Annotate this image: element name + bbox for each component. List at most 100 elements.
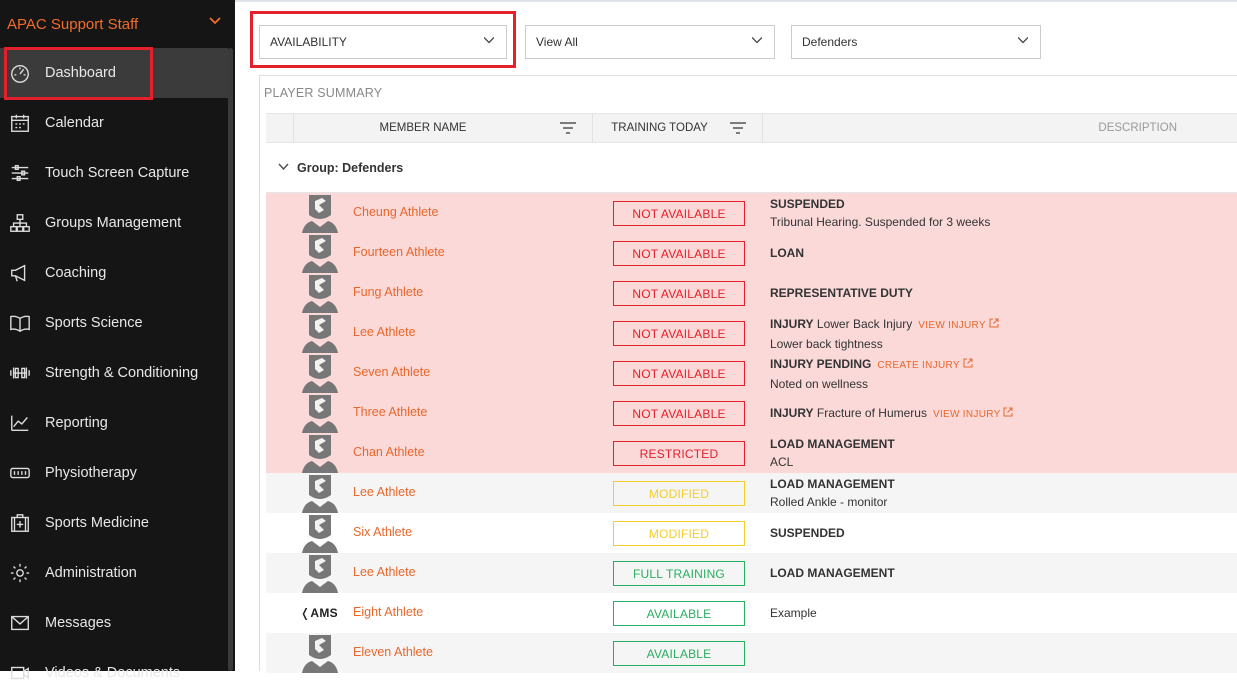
column-description-label: DESCRIPTION bbox=[1098, 122, 1177, 134]
book-icon bbox=[8, 311, 32, 335]
sidebar-item-sports-science[interactable]: Sports Science bbox=[0, 298, 228, 348]
description-text: Example bbox=[770, 606, 817, 620]
chevron-down-icon bbox=[484, 37, 494, 44]
org-selector[interactable]: APAC Support Staff bbox=[0, 0, 235, 48]
sidebar-item-label: Messages bbox=[45, 615, 112, 631]
training-status-badge: NOT AVAILABLE bbox=[613, 241, 745, 266]
avatar bbox=[302, 513, 338, 553]
group-row-defenders[interactable]: Group: Defenders bbox=[266, 143, 1237, 193]
training-status-badge: FULL TRAINING bbox=[613, 561, 745, 586]
description-title: LOAD MANAGEMENT bbox=[770, 477, 895, 491]
sidebar-item-calendar[interactable]: Calendar bbox=[0, 98, 228, 148]
dashboard-icon bbox=[8, 61, 32, 85]
description-title: LOAD MANAGEMENT bbox=[770, 566, 895, 580]
chevron-down-icon[interactable] bbox=[278, 162, 289, 174]
column-description[interactable]: DESCRIPTION bbox=[763, 114, 1237, 142]
ams-logo: ❬AMS bbox=[300, 606, 338, 620]
description: INJURY Lower Back Injury VIEW INJURY Lowe… bbox=[770, 315, 999, 353]
sidebar-item-dashboard[interactable]: Dashboard bbox=[0, 48, 228, 98]
member-name-link[interactable]: Three Athlete bbox=[353, 405, 427, 419]
training-status-badge: AVAILABLE bbox=[613, 601, 745, 626]
member-name-link[interactable]: Chan Athlete bbox=[353, 445, 425, 459]
description-title: SUSPENDED bbox=[770, 197, 845, 211]
table-row[interactable]: Chan Athlete RESTRICTED LOAD MANAGEMENT ACL bbox=[266, 433, 1237, 473]
group-select[interactable]: Defenders bbox=[791, 25, 1041, 59]
header-spacer bbox=[266, 114, 294, 142]
member-name-link[interactable]: Fung Athlete bbox=[353, 285, 423, 299]
table-row[interactable]: Fourteen Athlete NOT AVAILABLE LOAN bbox=[266, 233, 1237, 273]
sidebar-item-strength-conditioning[interactable]: Strength & Conditioning bbox=[0, 348, 228, 398]
sidebar-item-physiotherapy[interactable]: Physiotherapy bbox=[0, 448, 228, 498]
top-divider bbox=[235, 0, 1237, 2]
member-name-link[interactable]: Fourteen Athlete bbox=[353, 245, 445, 259]
column-training-today[interactable]: TRAINING TODAY bbox=[593, 114, 763, 142]
table-row[interactable]: Three Athlete NOT AVAILABLE INJURY Fractur… bbox=[266, 393, 1237, 433]
member-name-link[interactable]: Cheung Athlete bbox=[353, 205, 439, 219]
sidebar: APAC Support Staff Dashboard Calendar Touc… bbox=[0, 0, 235, 681]
sidebar-item-reporting[interactable]: Reporting bbox=[0, 398, 228, 448]
sidebar-item-videos-documents[interactable]: Videos & Documents bbox=[0, 648, 228, 698]
sidebar-item-sports-medicine[interactable]: Sports Medicine bbox=[0, 498, 228, 548]
training-status-badge: RESTRICTED bbox=[613, 441, 745, 466]
sidebar-scrollbar[interactable] bbox=[228, 48, 233, 671]
sidebar-item-administration[interactable]: Administration bbox=[0, 548, 228, 598]
description-detail: Lower Back Injury bbox=[816, 317, 913, 331]
description: SUSPENDED bbox=[770, 524, 845, 542]
training-status-badge: NOT AVAILABLE bbox=[613, 321, 745, 346]
table-row[interactable]: Lee Athlete MODIFIED LOAD MANAGEMENT Rolled… bbox=[266, 473, 1237, 513]
table-row[interactable]: Cheung Athlete NOT AVAILABLE SUSPENDED Trib… bbox=[266, 193, 1237, 233]
category-select[interactable]: AVAILABILITY bbox=[259, 25, 507, 59]
description: LOAD MANAGEMENT ACL bbox=[770, 435, 895, 471]
avatar bbox=[302, 473, 338, 513]
sidebar-item-label: Sports Medicine bbox=[45, 515, 149, 531]
training-status-badge: MODIFIED bbox=[613, 521, 745, 546]
view-select[interactable]: View All bbox=[525, 25, 775, 59]
chevron-down-icon bbox=[209, 16, 221, 28]
member-name-link[interactable]: Eight Athlete bbox=[353, 605, 423, 619]
sidebar-item-touch-screen-capture[interactable]: Touch Screen Capture bbox=[0, 148, 228, 198]
external-link-icon bbox=[963, 358, 973, 368]
sidebar-item-groups-management[interactable]: Groups Management bbox=[0, 198, 228, 248]
member-name-link[interactable]: Eleven Athlete bbox=[353, 645, 433, 659]
sidebar-item-messages[interactable]: Messages bbox=[0, 598, 228, 648]
avatar bbox=[302, 313, 338, 353]
injury-link[interactable]: VIEW INJURY bbox=[918, 318, 999, 331]
sidebar-item-label: Calendar bbox=[45, 115, 104, 131]
member-name-link[interactable]: Lee Athlete bbox=[353, 565, 416, 579]
chart-icon bbox=[8, 411, 32, 435]
member-name-link[interactable]: Lee Athlete bbox=[353, 485, 416, 499]
external-link-icon bbox=[989, 318, 999, 328]
chevron-down-icon bbox=[1018, 37, 1028, 44]
table-row[interactable]: Lee Athlete FULL TRAINING LOAD MANAGEMENT bbox=[266, 553, 1237, 593]
table-row[interactable]: Lee Athlete NOT AVAILABLE INJURY Lower Bac… bbox=[266, 313, 1237, 353]
sidebar-item-label: Physiotherapy bbox=[45, 465, 137, 481]
avatar bbox=[302, 553, 338, 593]
mail-icon bbox=[8, 611, 32, 635]
injury-link[interactable]: VIEW INJURY bbox=[933, 407, 1013, 420]
description-title: REPRESENTATIVE DUTY bbox=[770, 286, 913, 300]
description-note: Lower back tightness bbox=[770, 337, 883, 351]
member-name-link[interactable]: Seven Athlete bbox=[353, 365, 430, 379]
injury-link[interactable]: CREATE INJURY bbox=[877, 358, 973, 371]
training-status-badge: MODIFIED bbox=[613, 481, 745, 506]
avatar bbox=[302, 353, 338, 393]
filter-icon[interactable] bbox=[730, 122, 746, 134]
description-note: Noted on wellness bbox=[770, 377, 869, 391]
table-row[interactable]: Six Athlete MODIFIED SUSPENDED bbox=[266, 513, 1237, 553]
table-row[interactable]: Eleven Athlete AVAILABLE bbox=[266, 633, 1237, 673]
member-name-link[interactable]: Lee Athlete bbox=[353, 325, 416, 339]
description-note: Rolled Ankle - monitor bbox=[770, 495, 888, 509]
table-row[interactable]: Seven Athlete NOT AVAILABLE INJURY PENDING… bbox=[266, 353, 1237, 393]
filter-icon[interactable] bbox=[560, 122, 576, 134]
table-row[interactable]: ❬AMS Eight Athlete AVAILABLE Example bbox=[266, 593, 1237, 633]
column-member-name[interactable]: MEMBER NAME bbox=[294, 114, 593, 142]
training-status-badge: NOT AVAILABLE bbox=[613, 361, 745, 386]
sidebar-item-coaching[interactable]: Coaching bbox=[0, 248, 228, 298]
member-name-link[interactable]: Six Athlete bbox=[353, 525, 412, 539]
sidebar-item-label: Administration bbox=[45, 565, 137, 581]
description: LOAD MANAGEMENT Rolled Ankle - monitor bbox=[770, 475, 895, 511]
description: REPRESENTATIVE DUTY bbox=[770, 284, 913, 302]
video-icon bbox=[8, 661, 32, 685]
table-row[interactable]: Fung Athlete NOT AVAILABLE REPRESENTATIVE … bbox=[266, 273, 1237, 313]
training-status-badge: NOT AVAILABLE bbox=[613, 281, 745, 306]
